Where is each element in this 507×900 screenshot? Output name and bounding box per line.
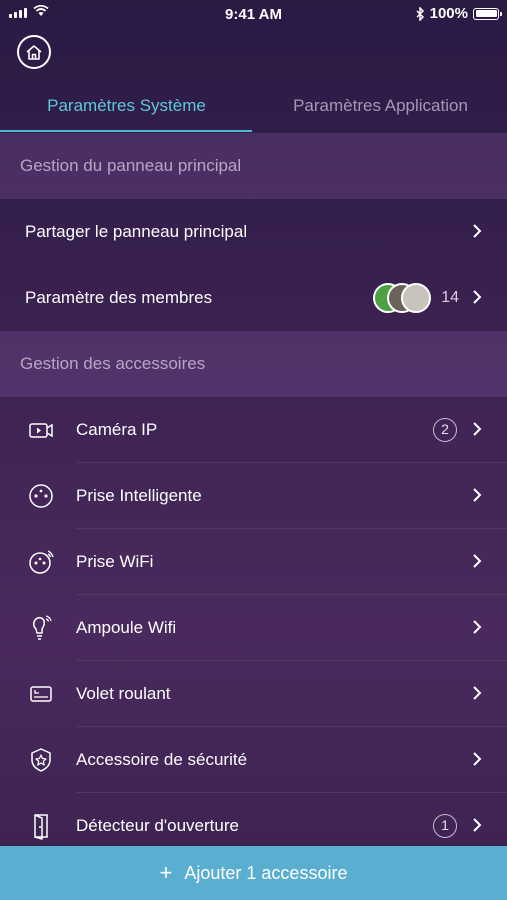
smart-plug-icon (29, 484, 53, 508)
row-wifi-bulb[interactable]: Ampoule Wifi (0, 595, 507, 661)
chevron-right-icon (473, 422, 482, 436)
status-bar: 9:41 AM 100% (0, 0, 507, 28)
door-sensor-icon (34, 814, 48, 840)
row-security-accessory[interactable]: Accessoire de sécurité (0, 727, 507, 793)
settings-tabs: Paramètres Système Paramètres Applicatio… (0, 88, 507, 132)
tab-system-settings[interactable]: Paramètres Système (0, 88, 253, 132)
chevron-right-icon (473, 686, 482, 700)
row-ip-camera[interactable]: Caméra IP 2 (0, 397, 507, 463)
section-title: Gestion du panneau principal (20, 156, 242, 175)
row-share-main-panel[interactable]: Partager le panneau principal (0, 199, 507, 265)
row-label: Partager le panneau principal (25, 222, 248, 241)
count-badge: 1 (433, 814, 457, 838)
row-smart-plug[interactable]: Prise Intelligente (0, 463, 507, 529)
chevron-right-icon (473, 488, 482, 502)
add-accessory-label: Ajouter 1 accessoire (184, 863, 348, 883)
camera-icon (29, 423, 53, 438)
avatar (401, 283, 431, 313)
tab-app-settings[interactable]: Paramètres Application (254, 88, 507, 132)
bulb-icon (32, 615, 52, 640)
battery-icon (473, 7, 502, 20)
home-button[interactable] (17, 35, 51, 69)
chevron-right-icon (473, 752, 482, 766)
row-label: Caméra IP (76, 420, 158, 439)
count-badge: 2 (433, 418, 457, 442)
plus-icon: + (159, 860, 173, 885)
chevron-right-icon (473, 620, 482, 634)
row-roller-shutter[interactable]: Volet roulant (0, 661, 507, 727)
row-label: Prise Intelligente (76, 486, 202, 505)
row-label: Ampoule Wifi (76, 618, 177, 637)
chevron-right-icon (473, 290, 482, 304)
security-shield-icon (31, 748, 51, 772)
home-icon (26, 45, 42, 60)
section-header-accessories: Gestion des accessoires (0, 331, 507, 397)
row-label: Paramètre des membres (25, 288, 213, 307)
section-title: Gestion des accessoires (20, 354, 206, 373)
chevron-right-icon (473, 554, 482, 568)
member-count: 14 (441, 289, 459, 306)
wifi-plug-icon (29, 550, 54, 574)
add-accessory-button[interactable]: + Ajouter 1 accessoire (0, 846, 507, 900)
section-header-main-panel: Gestion du panneau principal (0, 133, 507, 199)
row-label: Prise WiFi (76, 552, 154, 571)
member-avatars (373, 283, 431, 313)
active-tab-indicator (0, 130, 252, 132)
chevron-right-icon (473, 224, 482, 238)
chevron-right-icon (473, 818, 482, 832)
row-member-settings[interactable]: Paramètre des membres 14 (0, 265, 507, 331)
row-label: Accessoire de sécurité (76, 750, 248, 769)
row-label: Volet roulant (76, 684, 171, 703)
battery-percent: 100% (429, 5, 468, 22)
bluetooth-icon (416, 6, 424, 21)
row-wifi-plug[interactable]: Prise WiFi (0, 529, 507, 595)
shutter-icon (30, 686, 52, 702)
